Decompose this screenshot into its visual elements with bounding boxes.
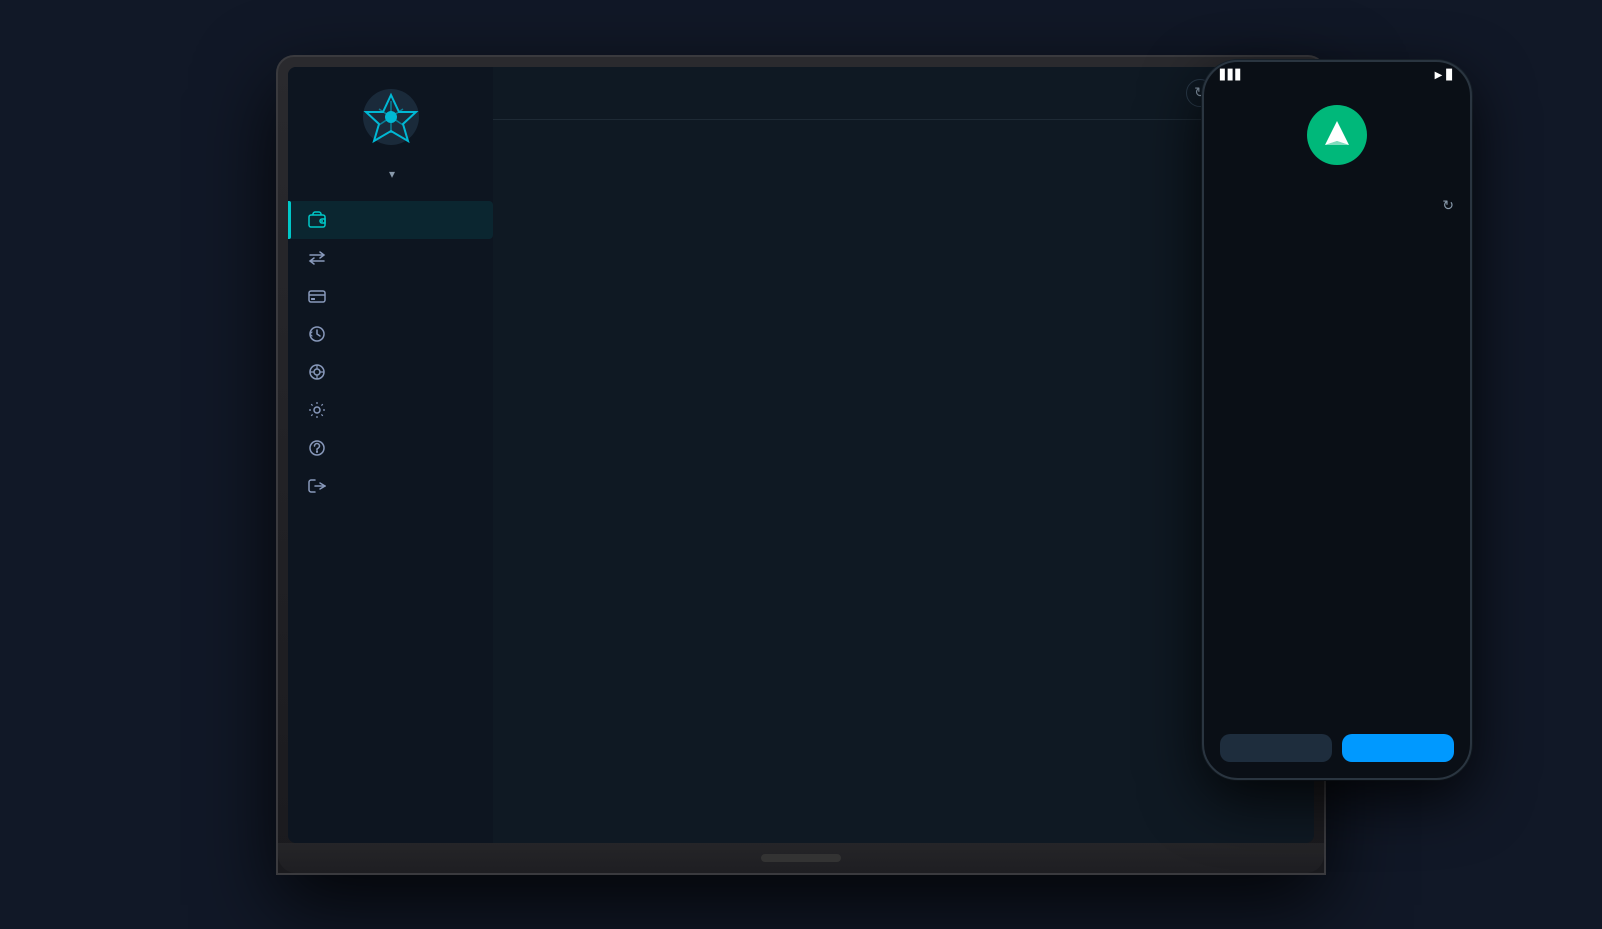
crypto-list bbox=[493, 120, 1314, 843]
screen-bezel: ▾ bbox=[288, 67, 1314, 843]
phone-overlay: ▋▋▋ ▶ ▊ ↻ bbox=[1202, 60, 1472, 780]
phone-action-buttons bbox=[1204, 718, 1470, 778]
main-content: ↻ + ⚙ bbox=[493, 67, 1314, 843]
transactions-header: ↻ bbox=[1220, 197, 1454, 214]
phone-status-bar: ▋▋▋ ▶ ▊ bbox=[1204, 62, 1470, 89]
transactions-refresh-icon[interactable]: ↻ bbox=[1442, 197, 1454, 214]
sidebar-item-buy-crypto[interactable] bbox=[288, 277, 493, 315]
currency-selector[interactable]: ▾ bbox=[386, 167, 395, 181]
sidebar-item-wallet[interactable] bbox=[288, 201, 493, 239]
sidebar-item-settings[interactable] bbox=[288, 391, 493, 429]
app-container: ▾ bbox=[288, 67, 1314, 843]
sidebar-item-history[interactable] bbox=[288, 315, 493, 353]
balance-area: ▾ bbox=[288, 167, 493, 181]
exchange-icon bbox=[308, 249, 326, 267]
settings-icon bbox=[308, 401, 326, 419]
wifi-icon: ▶ bbox=[1435, 70, 1443, 81]
support-icon bbox=[308, 439, 326, 457]
atomic-logo-icon bbox=[361, 87, 421, 147]
sidebar-item-staking[interactable] bbox=[288, 353, 493, 391]
laptop-frame: ▾ bbox=[276, 55, 1326, 875]
exit-icon bbox=[308, 477, 326, 495]
wallet-icon bbox=[308, 211, 326, 229]
sidebar: ▾ bbox=[288, 67, 493, 843]
send-button[interactable] bbox=[1342, 734, 1454, 762]
phone-coin-icon bbox=[1307, 105, 1367, 165]
logo-area bbox=[288, 87, 493, 151]
sidebar-item-support[interactable] bbox=[288, 429, 493, 467]
sidebar-item-exit[interactable] bbox=[288, 467, 493, 505]
staking-icon bbox=[308, 363, 326, 381]
card-icon bbox=[308, 287, 326, 305]
receive-button[interactable] bbox=[1220, 734, 1332, 762]
table-header: ↻ + ⚙ bbox=[493, 67, 1314, 120]
history-icon bbox=[308, 325, 326, 343]
phone-body: ↻ bbox=[1204, 89, 1470, 718]
battery-icon: ▊ bbox=[1446, 70, 1454, 81]
signal-icon: ▋▋▋ bbox=[1220, 70, 1243, 81]
status-icons: ▶ ▊ bbox=[1435, 70, 1454, 81]
laptop-bottom-bezel bbox=[278, 843, 1324, 873]
sidebar-item-exchange[interactable] bbox=[288, 239, 493, 277]
laptop-notch bbox=[761, 854, 841, 862]
search-input[interactable] bbox=[513, 85, 689, 100]
